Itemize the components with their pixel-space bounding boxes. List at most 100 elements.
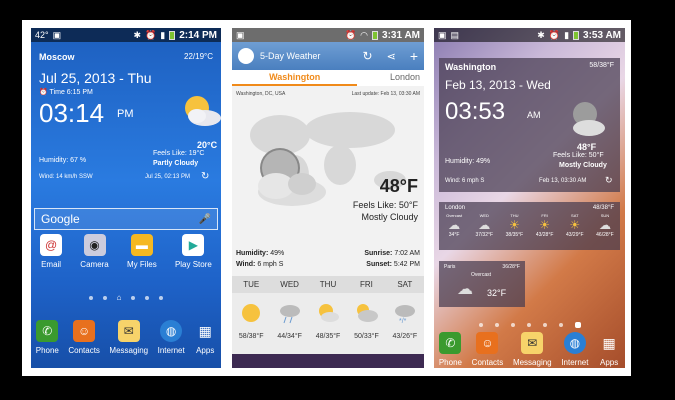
signal-icon: ▮ (564, 29, 570, 40)
tab-washington[interactable]: Washington (232, 70, 358, 86)
contacts-icon: ☺ (476, 332, 499, 354)
london-day: WED ☁ 37/32°F (475, 213, 494, 238)
local-time: ⏰ Time 6:15 PM (39, 89, 93, 96)
feels-like: Feels Like: 50°F (553, 152, 604, 159)
app-logo-icon (238, 48, 254, 64)
partly-cloudy-icon: ☀ (509, 218, 520, 232)
email-icon: @ (40, 234, 63, 256)
dock-internet[interactable]: ◍ Internet (158, 320, 185, 355)
phone-icon: ✆ (36, 320, 59, 342)
dock: ✆ Phone ☺ Contacts ✉ Messaging ◍ Internet ▦ A… (434, 326, 625, 368)
bluetooth-icon: ✱ (133, 29, 142, 40)
app-my-files[interactable]: ▬ My Files (127, 234, 157, 269)
dock-contacts[interactable]: ☺ Contacts (68, 320, 100, 355)
london-day: SUN ☁ 46/28°F (596, 213, 614, 238)
status-bar: 42° ▣ ✱ ⏰ ▮ 2:14 PM (31, 28, 221, 42)
paris-temp: 32°F (487, 288, 507, 298)
dock: ✆ Phone ☺ Contacts ✉ Messaging ◍ Internet ▦ A… (31, 314, 221, 368)
humidity: Humidity: 49% (236, 250, 285, 257)
paris-hi-lo: 36/28°F (502, 264, 520, 270)
wifi-icon: ◠ (360, 29, 369, 40)
mostly-cloudy-moon-icon (573, 102, 605, 136)
globe-icon: ◍ (160, 320, 183, 342)
london-days: Overcast ☁ 34°F WED ☁ 37/32°F THU ☀ 38/35°F FR… (439, 213, 620, 238)
updated-time: Feb 13, 03:30 AM (539, 178, 587, 184)
partly-cloudy-icon (319, 304, 340, 322)
condition: Mostly Cloudy (559, 162, 607, 169)
messaging-icon: ✉ (117, 320, 140, 342)
partly-cloudy-icon: ☀ (539, 218, 550, 232)
page-indicator: ⌂ (31, 293, 221, 302)
notification-icon: ▣ (52, 29, 62, 40)
globe-icon: ◍ (563, 332, 586, 354)
dock-apps[interactable]: ▦ Apps (598, 332, 620, 368)
date: Jul 25, 2013 - Thu (39, 70, 152, 86)
app-camera[interactable]: ◉ Camera (80, 234, 109, 269)
last-update: Last update: Feb 13, 03:30 AM (351, 91, 420, 97)
app-play-store[interactable]: ▶ Play Store (175, 234, 212, 269)
app-title: 5-Day Weather (260, 51, 321, 61)
play-store-icon: ▶ (182, 234, 205, 256)
camera-icon: ◉ (83, 234, 106, 256)
sunset: Sunset: 5:42 PM (366, 261, 420, 268)
wind: Wind: 6 mph S (445, 178, 485, 184)
city-tabs: Washington London (232, 70, 424, 86)
messaging-icon: ✉ (521, 332, 544, 354)
cloud-icon: ☁ (478, 218, 491, 232)
refresh-icon[interactable]: ↻ (201, 171, 209, 182)
notification-icon: ▣ (236, 29, 245, 40)
status-time: 2:14 PM (179, 29, 217, 41)
add-icon[interactable]: + (410, 48, 418, 64)
refresh-icon[interactable]: ↻ (363, 49, 373, 63)
signal-icon: ▮ (160, 29, 166, 40)
cloud-icon: ☁ (448, 218, 461, 232)
apps-grid-icon: ▦ (602, 334, 616, 351)
dock-internet[interactable]: ◍ Internet (561, 332, 588, 367)
home-icon: ⌂ (116, 293, 122, 302)
app-toolbar: 5-Day Weather ↻ ⋖ + (232, 42, 424, 70)
bottom-bar (232, 354, 424, 368)
contacts-icon: ☺ (73, 320, 96, 342)
paris-city: Paris (444, 264, 456, 270)
phone-washington-widgets: ▣ ▤ ✱ ⏰ ▮ 3:53 AM Washington 58/38°F Feb 13,… (434, 28, 625, 368)
london-forecast-widget[interactable]: London 48/38°F Overcast ☁ 34°F WED ☁ 37/32°F… (439, 202, 620, 250)
tab-london[interactable]: London (357, 70, 424, 86)
dock-apps[interactable]: ▦ Apps (194, 320, 216, 356)
refresh-icon[interactable]: ↻ (605, 175, 613, 186)
dock-messaging[interactable]: ✉ Messaging (513, 332, 552, 367)
dock-phone[interactable]: ✆ Phone (439, 332, 462, 367)
london-day: SAT ☀ 43/29°F (565, 213, 584, 238)
humidity: Humidity: 49% (445, 158, 491, 165)
ampm: AM (527, 110, 541, 120)
sunrise: Sunrise: 7:02 AM (364, 250, 420, 257)
clock: 03:14 (39, 98, 105, 128)
washington-widget[interactable]: Washington 58/38°F Feb 13, 2013 - Wed 03… (439, 58, 620, 192)
mic-icon[interactable]: 🎤 (199, 214, 211, 225)
paris-widget[interactable]: Paris 36/28°F Overcast ☁ 32°F (439, 261, 525, 307)
dock-phone[interactable]: ✆ Phone (36, 320, 59, 355)
feels-like: Feels Like: 50°F (352, 200, 418, 210)
hi-lo: 22/19°C (184, 52, 213, 61)
battery-icon (372, 30, 379, 40)
google-search-bar[interactable]: Google 🎤 (34, 208, 218, 230)
phone-5day-weather-app: ▣ ⏰ ◠ 3:31 AM 5-Day Weather ↻ ⋖ + Washingt… (232, 28, 424, 368)
condition: Mostly Cloudy (361, 212, 418, 222)
current-temp: 20°C (197, 140, 218, 150)
sunny-icon: ☀ (569, 218, 581, 232)
share-icon[interactable]: ⋖ (387, 50, 396, 63)
dock-messaging[interactable]: ✉ Messaging (109, 320, 148, 355)
condition: Partly Cloudy (153, 160, 199, 167)
london-day: FRI ☀ 43/28°F (535, 213, 554, 238)
app-email[interactable]: @ Email (40, 234, 63, 269)
current-temp: 48°F (379, 176, 418, 196)
folder-icon: ▬ (130, 234, 153, 256)
home-apps: @ Email ◉ Camera ▬ My Files ▶ Play Store (31, 234, 221, 269)
overcast-icon: ☁ (457, 281, 473, 298)
london-hi-lo: 48/38°F (592, 205, 614, 211)
london-day: THU ☀ 38/35°F (505, 213, 524, 238)
battery-icon (169, 30, 176, 40)
phone-moscow-widget: 42° ▣ ✱ ⏰ ▮ 2:14 PM Moscow 22/19°C Jul 25, 2… (31, 28, 221, 368)
dock-contacts[interactable]: ☺ Contacts (472, 332, 503, 367)
ampm: PM (117, 108, 134, 120)
mostly-cloudy-moon-icon (258, 148, 326, 206)
